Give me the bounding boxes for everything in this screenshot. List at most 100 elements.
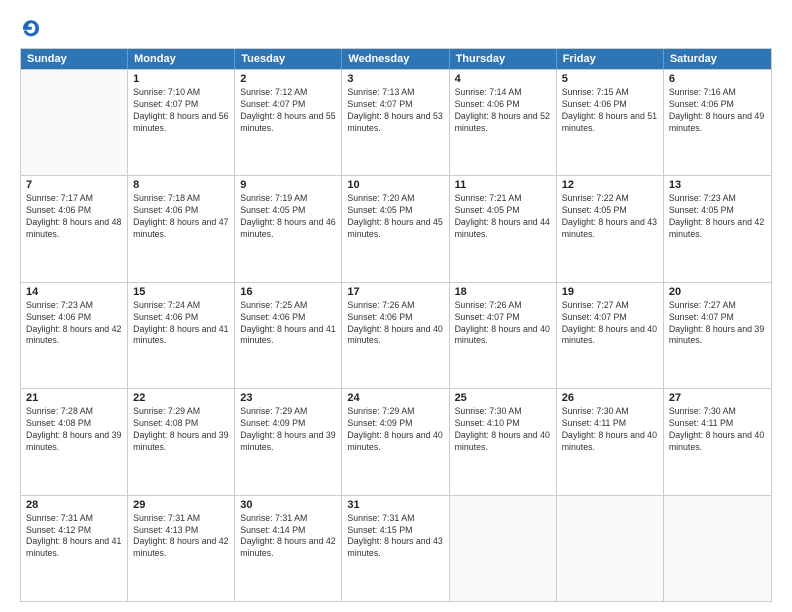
day-cell-21: 21Sunrise: 7:28 AM Sunset: 4:08 PM Dayli…: [21, 389, 128, 494]
header-day-friday: Friday: [557, 49, 664, 69]
day-cell-25: 25 Sunrise: 7:30 AM Sunset: 4:10 PM Dayli…: [450, 389, 557, 494]
logo-icon: [20, 18, 42, 40]
header: [20, 18, 772, 40]
header-day-saturday: Saturday: [664, 49, 771, 69]
day-cell-7: 7 Sunrise: 7:17 AM Sunset: 4:06 PM Daylig…: [21, 176, 128, 281]
day-info: Sunrise: 7:28 AM Sunset: 4:08 PM Dayligh…: [26, 406, 122, 454]
day-number: 23: [240, 392, 336, 404]
header-day-sunday: Sunday: [21, 49, 128, 69]
header-day-wednesday: Wednesday: [342, 49, 449, 69]
day-number: 14: [26, 286, 122, 298]
day-cell-14: 14 Sunrise: 7:23 AM Sunset: 4:06 PM Dayli…: [21, 283, 128, 388]
day-info: Sunrise: 7:31 AM Sunset: 4:14 PM Dayligh…: [240, 513, 336, 561]
day-info: Sunrise: 7:27 AM Sunset: 4:07 PM Dayligh…: [669, 300, 766, 348]
day-info: Sunrise: 7:30 AM Sunset: 4:11 PM Dayligh…: [562, 406, 658, 454]
week-row-4: 21Sunrise: 7:28 AM Sunset: 4:08 PM Dayli…: [21, 388, 771, 494]
day-info: Sunrise: 7:29 AM Sunset: 4:09 PM Dayligh…: [240, 406, 336, 454]
day-cell-19: 19Sunrise: 7:27 AM Sunset: 4:07 PM Dayli…: [557, 283, 664, 388]
day-number: 20: [669, 286, 766, 298]
day-cell-9: 9 Sunrise: 7:19 AM Sunset: 4:05 PM Daylig…: [235, 176, 342, 281]
day-cell-22: 22Sunrise: 7:29 AM Sunset: 4:08 PM Dayli…: [128, 389, 235, 494]
day-number: 16: [240, 286, 336, 298]
day-info: Sunrise: 7:22 AM Sunset: 4:05 PM Dayligh…: [562, 193, 658, 241]
day-number: 13: [669, 179, 766, 191]
day-info: Sunrise: 7:15 AM Sunset: 4:06 PM Dayligh…: [562, 87, 658, 135]
day-info: Sunrise: 7:13 AM Sunset: 4:07 PM Dayligh…: [347, 87, 443, 135]
day-cell-11: 11 Sunrise: 7:21 AM Sunset: 4:05 PM Dayli…: [450, 176, 557, 281]
day-cell-24: 24 Sunrise: 7:29 AM Sunset: 4:09 PM Dayli…: [342, 389, 449, 494]
day-cell-16: 16Sunrise: 7:25 AM Sunset: 4:06 PM Dayli…: [235, 283, 342, 388]
day-number: 5: [562, 73, 658, 85]
day-number: 18: [455, 286, 551, 298]
day-cell-18: 18Sunrise: 7:26 AM Sunset: 4:07 PM Dayli…: [450, 283, 557, 388]
day-cell-15: 15 Sunrise: 7:24 AM Sunset: 4:06 PM Dayli…: [128, 283, 235, 388]
empty-cell: [664, 496, 771, 601]
day-cell-26: 26 Sunrise: 7:30 AM Sunset: 4:11 PM Dayli…: [557, 389, 664, 494]
day-info: Sunrise: 7:26 AM Sunset: 4:06 PM Dayligh…: [347, 300, 443, 348]
day-number: 25: [455, 392, 551, 404]
week-row-1: 1Sunrise: 7:10 AM Sunset: 4:07 PM Daylig…: [21, 69, 771, 175]
day-number: 3: [347, 73, 443, 85]
day-number: 12: [562, 179, 658, 191]
day-number: 19: [562, 286, 658, 298]
day-info: Sunrise: 7:21 AM Sunset: 4:05 PM Dayligh…: [455, 193, 551, 241]
calendar-body: 1Sunrise: 7:10 AM Sunset: 4:07 PM Daylig…: [21, 69, 771, 601]
day-info: Sunrise: 7:23 AM Sunset: 4:05 PM Dayligh…: [669, 193, 766, 241]
header-day-monday: Monday: [128, 49, 235, 69]
day-cell-8: 8 Sunrise: 7:18 AM Sunset: 4:06 PM Daylig…: [128, 176, 235, 281]
day-cell-28: 28 Sunrise: 7:31 AM Sunset: 4:12 PM Dayli…: [21, 496, 128, 601]
week-row-5: 28 Sunrise: 7:31 AM Sunset: 4:12 PM Dayli…: [21, 495, 771, 601]
day-info: Sunrise: 7:17 AM Sunset: 4:06 PM Dayligh…: [26, 193, 122, 241]
week-row-2: 7 Sunrise: 7:17 AM Sunset: 4:06 PM Daylig…: [21, 175, 771, 281]
day-info: Sunrise: 7:31 AM Sunset: 4:13 PM Dayligh…: [133, 513, 229, 561]
day-cell-10: 10 Sunrise: 7:20 AM Sunset: 4:05 PM Dayli…: [342, 176, 449, 281]
empty-cell: [557, 496, 664, 601]
day-number: 28: [26, 499, 122, 511]
day-info: Sunrise: 7:19 AM Sunset: 4:05 PM Dayligh…: [240, 193, 336, 241]
day-cell-27: 27Sunrise: 7:30 AM Sunset: 4:11 PM Dayli…: [664, 389, 771, 494]
day-cell-1: 1Sunrise: 7:10 AM Sunset: 4:07 PM Daylig…: [128, 70, 235, 175]
day-cell-5: 5 Sunrise: 7:15 AM Sunset: 4:06 PM Daylig…: [557, 70, 664, 175]
day-cell-17: 17 Sunrise: 7:26 AM Sunset: 4:06 PM Dayli…: [342, 283, 449, 388]
day-cell-6: 6Sunrise: 7:16 AM Sunset: 4:06 PM Daylig…: [664, 70, 771, 175]
day-number: 15: [133, 286, 229, 298]
day-number: 17: [347, 286, 443, 298]
day-cell-23: 23 Sunrise: 7:29 AM Sunset: 4:09 PM Dayli…: [235, 389, 342, 494]
day-cell-20: 20 Sunrise: 7:27 AM Sunset: 4:07 PM Dayli…: [664, 283, 771, 388]
day-number: 10: [347, 179, 443, 191]
day-number: 9: [240, 179, 336, 191]
page: SundayMondayTuesdayWednesdayThursdayFrid…: [0, 0, 792, 612]
day-cell-12: 12 Sunrise: 7:22 AM Sunset: 4:05 PM Dayli…: [557, 176, 664, 281]
day-cell-13: 13 Sunrise: 7:23 AM Sunset: 4:05 PM Dayli…: [664, 176, 771, 281]
day-cell-3: 3 Sunrise: 7:13 AM Sunset: 4:07 PM Daylig…: [342, 70, 449, 175]
day-info: Sunrise: 7:30 AM Sunset: 4:10 PM Dayligh…: [455, 406, 551, 454]
day-number: 30: [240, 499, 336, 511]
day-number: 8: [133, 179, 229, 191]
header-day-thursday: Thursday: [450, 49, 557, 69]
day-number: 29: [133, 499, 229, 511]
day-number: 6: [669, 73, 766, 85]
header-day-tuesday: Tuesday: [235, 49, 342, 69]
day-number: 31: [347, 499, 443, 511]
day-cell-4: 4 Sunrise: 7:14 AM Sunset: 4:06 PM Daylig…: [450, 70, 557, 175]
day-info: Sunrise: 7:18 AM Sunset: 4:06 PM Dayligh…: [133, 193, 229, 241]
day-info: Sunrise: 7:29 AM Sunset: 4:08 PM Dayligh…: [133, 406, 229, 454]
day-cell-30: 30 Sunrise: 7:31 AM Sunset: 4:14 PM Dayli…: [235, 496, 342, 601]
calendar-header: SundayMondayTuesdayWednesdayThursdayFrid…: [21, 49, 771, 69]
day-info: Sunrise: 7:14 AM Sunset: 4:06 PM Dayligh…: [455, 87, 551, 135]
day-number: 26: [562, 392, 658, 404]
day-number: 11: [455, 179, 551, 191]
day-number: 2: [240, 73, 336, 85]
day-info: Sunrise: 7:31 AM Sunset: 4:12 PM Dayligh…: [26, 513, 122, 561]
day-info: Sunrise: 7:24 AM Sunset: 4:06 PM Dayligh…: [133, 300, 229, 348]
day-number: 4: [455, 73, 551, 85]
day-cell-2: 2Sunrise: 7:12 AM Sunset: 4:07 PM Daylig…: [235, 70, 342, 175]
day-info: Sunrise: 7:31 AM Sunset: 4:15 PM Dayligh…: [347, 513, 443, 561]
day-info: Sunrise: 7:20 AM Sunset: 4:05 PM Dayligh…: [347, 193, 443, 241]
day-cell-31: 31 Sunrise: 7:31 AM Sunset: 4:15 PM Dayli…: [342, 496, 449, 601]
calendar: SundayMondayTuesdayWednesdayThursdayFrid…: [20, 48, 772, 602]
day-info: Sunrise: 7:23 AM Sunset: 4:06 PM Dayligh…: [26, 300, 122, 348]
day-number: 24: [347, 392, 443, 404]
day-number: 7: [26, 179, 122, 191]
day-info: Sunrise: 7:29 AM Sunset: 4:09 PM Dayligh…: [347, 406, 443, 454]
